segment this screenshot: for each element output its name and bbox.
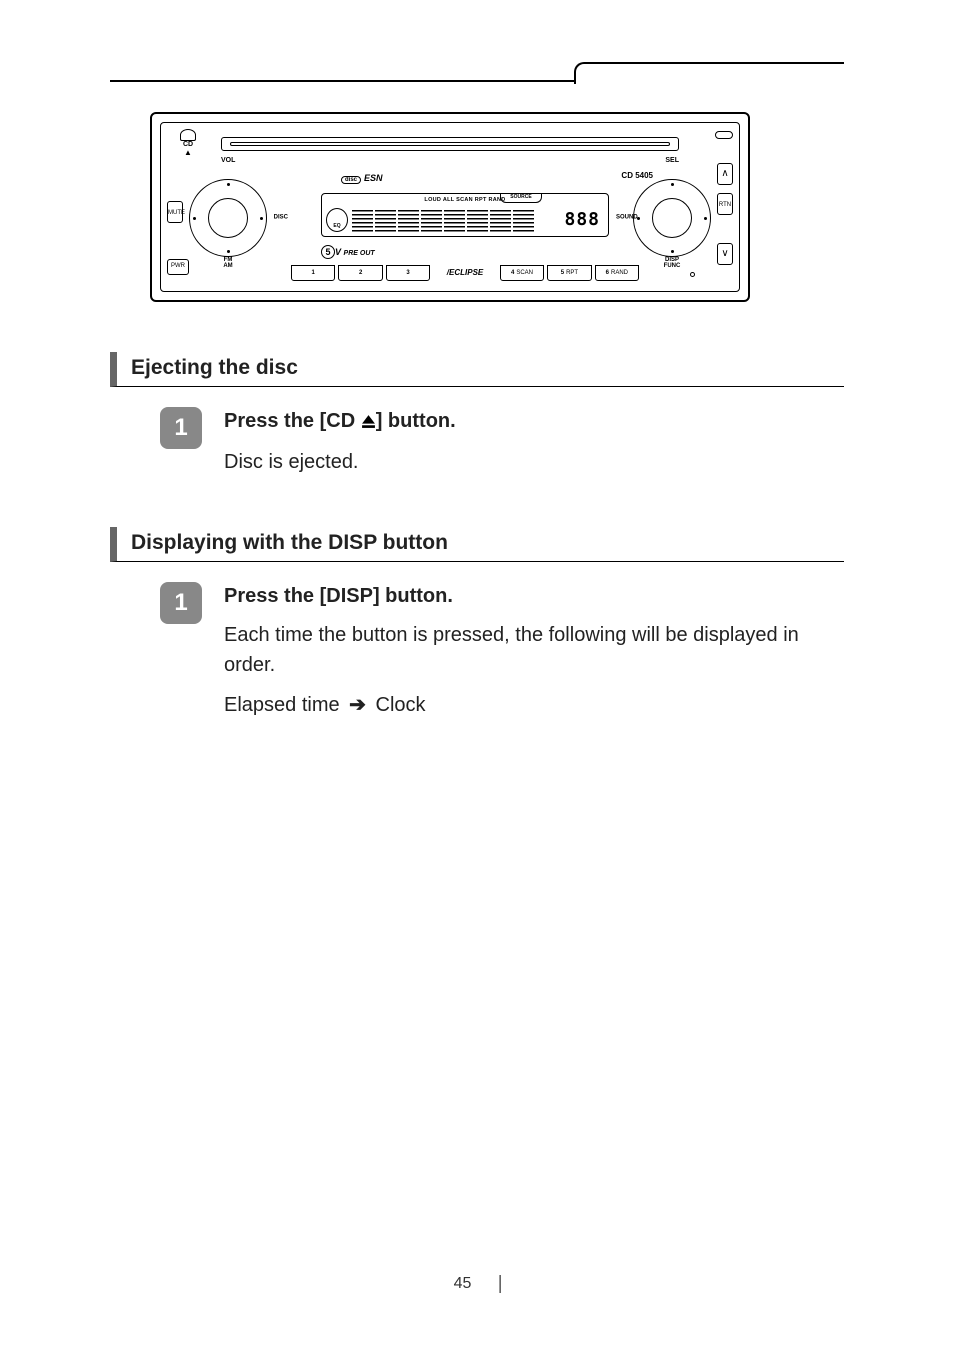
top-pill-indicator [715, 131, 733, 139]
cd-eject-button[interactable]: CD ▲ [175, 129, 201, 157]
return-button[interactable]: RTN [717, 193, 733, 215]
section-ejecting: Ejecting the disc 1 Press the [CD ] butt… [110, 352, 844, 477]
section-title-disp: Displaying with the DISP button [131, 531, 844, 555]
down-button[interactable]: ∨ [717, 243, 733, 265]
lcd-display: SOURCE LOUD ALL SCAN RPT RAND 888 [321, 193, 609, 237]
step-sequence: Elapsed time ➔ Clock [224, 690, 844, 720]
esn-badge: discESN [341, 173, 383, 184]
sel-label: SEL [665, 157, 679, 164]
arrow-icon: ➔ [340, 694, 376, 716]
eject-icon [361, 409, 376, 437]
step-number: 1 [160, 582, 202, 624]
spectrum-bars [352, 210, 534, 232]
model-label: CD 5405 [621, 171, 653, 180]
cd-player-unit: CD ▲ VOL SEL CD 5405 discESN DISC [150, 112, 750, 302]
preset-4-scan[interactable]: 4SCAN [500, 265, 544, 281]
eclipse-logo: /ECLIPSE [433, 265, 497, 281]
section-disp: Displaying with the DISP button 1 Press … [110, 527, 844, 720]
step-instruction: Press the [DISP] button. [224, 582, 844, 610]
source-tab: SOURCE [500, 193, 542, 203]
sound-label: SOUND [616, 215, 638, 222]
step-instruction: Press the [CD ] button. [224, 407, 844, 437]
preset-1[interactable]: 1 [291, 265, 335, 281]
step-result-lead: Each time the button is pressed, the fol… [224, 620, 844, 680]
right-knob[interactable]: SOUND DISP FUNC [633, 179, 711, 257]
section-title-eject: Ejecting the disc [131, 356, 844, 380]
preout-label: 5V PRE OUT [321, 245, 375, 259]
aux-button[interactable] [161, 123, 173, 133]
display-indicators: LOUD ALL SCAN RPT RAND [328, 197, 602, 203]
step-number: 1 [160, 407, 202, 449]
step-result: Disc is ejected. [224, 447, 844, 477]
left-knob[interactable]: DISC FM AM [189, 179, 267, 257]
page-number: 45 [454, 1275, 501, 1293]
power-button[interactable]: PWR [167, 259, 189, 275]
preset-5-rpt[interactable]: 5RPT [547, 265, 591, 281]
disc-label: DISC [274, 215, 288, 222]
fm-am-label: FM AM [223, 257, 232, 270]
eject-icon: ▲ [175, 148, 201, 157]
display-digits: 888 [564, 209, 600, 230]
preset-6-rand[interactable]: 6RAND [595, 265, 639, 281]
preset-row: 1 2 3 /ECLIPSE 4SCAN 5RPT 6RAND [291, 265, 639, 281]
header-rule [110, 60, 844, 82]
disp-func-label: DISP FUNC [664, 257, 681, 270]
disc-slot [221, 137, 679, 151]
mute-button[interactable]: MUTE [167, 201, 183, 223]
device-diagram: CD ▲ VOL SEL CD 5405 discESN DISC [110, 112, 844, 302]
indicator-dot [690, 272, 695, 277]
preset-2[interactable]: 2 [338, 265, 382, 281]
up-button[interactable]: ∧ [717, 163, 733, 185]
preset-3[interactable]: 3 [386, 265, 430, 281]
vol-label: VOL [221, 157, 235, 164]
eq-icon [326, 208, 348, 232]
